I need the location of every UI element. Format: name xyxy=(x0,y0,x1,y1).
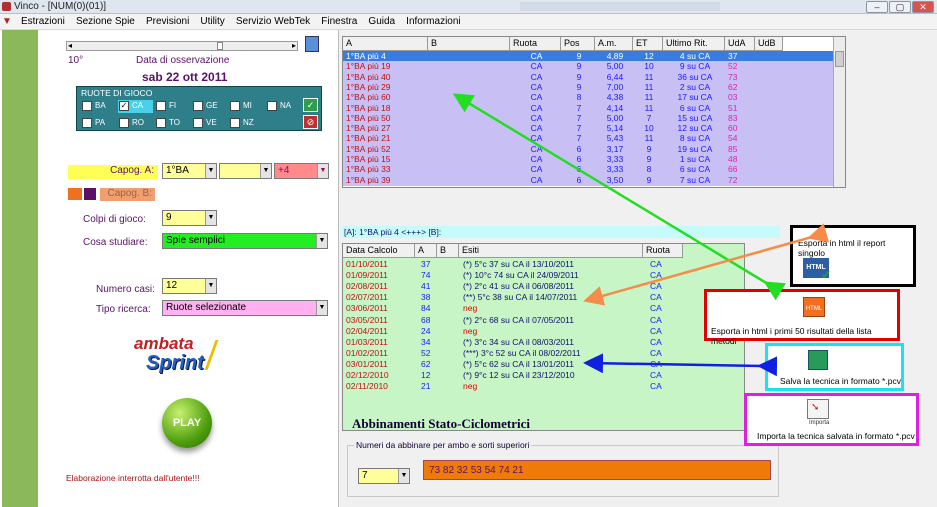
blue-arrow xyxy=(583,353,778,377)
green-arrow xyxy=(452,93,787,301)
orange-arrow xyxy=(583,223,830,306)
annotation-arrows xyxy=(452,93,830,377)
